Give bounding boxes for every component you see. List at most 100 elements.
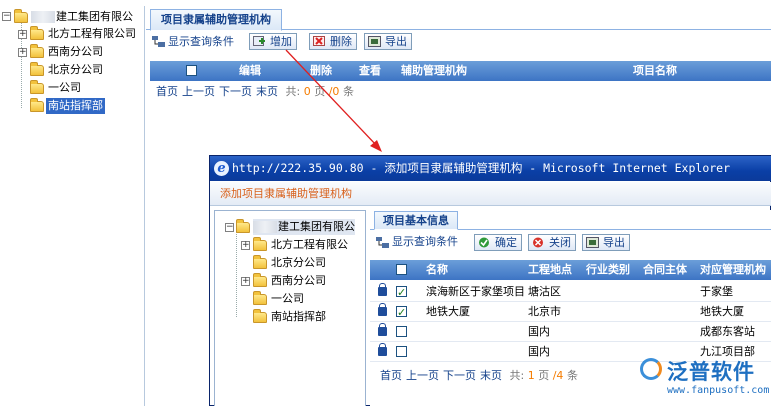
popup-tree-node-root[interactable]: − 建工集团有限公 [225, 219, 365, 235]
pager-prev[interactable]: 上一页 [406, 369, 439, 382]
main-org-tree: − 建工集团有限公 + 北方工程有限公司 + 西南分公司 北京分公司 一公司 南… [0, 6, 145, 406]
add-button[interactable]: 增加 [249, 33, 297, 50]
export-button-label: 导出 [603, 236, 625, 249]
row-checkbox[interactable] [396, 283, 407, 303]
pager-last[interactable]: 末页 [256, 85, 278, 98]
col-view[interactable]: 查看 [359, 61, 381, 81]
popup-window-title: http://222.35.90.80 - 添加项目隶属辅助管理机构 - Mic… [232, 161, 731, 175]
tree-node-label: 一公司 [48, 81, 81, 94]
popup-tree-node-beijing[interactable]: 北京分公司 [241, 255, 365, 271]
show-query-link[interactable]: 显示查询条件 [168, 34, 234, 50]
pager-total-prefix: 共: [509, 369, 525, 382]
folder-icon [30, 26, 44, 40]
main-pager: 首页 上一页 下一页 末页 共: 0 页 /0 条 [156, 85, 354, 99]
expand-icon[interactable]: + [241, 241, 250, 250]
tree-node-beifang[interactable]: + 北方工程有限公司 [18, 26, 145, 42]
pager-next[interactable]: 下一页 [219, 85, 252, 98]
table-row[interactable]: 滨海新区于家堡项目 塘沽区 于家堡 [370, 282, 771, 303]
expand-icon[interactable]: + [18, 48, 27, 57]
col-aux-org[interactable]: 辅助管理机构 [401, 61, 467, 81]
popup-page-header: 添加项目隶属辅助管理机构 [210, 182, 771, 206]
cell-name: 滨海新区于家堡项目 [426, 285, 525, 298]
col-edit[interactable]: 编辑 [239, 61, 261, 81]
cell-location: 塘沽区 [528, 285, 561, 298]
lock-icon [378, 283, 387, 296]
select-all-checkbox[interactable] [396, 264, 407, 275]
col-mgmt-org[interactable]: 对应管理机构 [700, 260, 766, 280]
tree-node-yigongsi[interactable]: 一公司 [18, 80, 145, 96]
pager-current-page: 0 [303, 85, 311, 98]
show-query-link[interactable]: 显示查询条件 [392, 234, 458, 250]
folder-open-icon [14, 9, 28, 23]
main-toolbar: 显示查询条件 增加 删除 导出 [150, 33, 770, 51]
popup-tree-node-nanzhan[interactable]: 南站指挥部 [241, 309, 365, 325]
popup-tree-node-yigongsi[interactable]: 一公司 [241, 291, 365, 307]
col-delete[interactable]: 删除 [310, 61, 332, 81]
popup-tree-node-beifang[interactable]: + 北方工程有限公 [241, 237, 365, 253]
tree-guide-line [236, 229, 237, 317]
confirm-button[interactable]: 确定 [474, 234, 522, 251]
close-icon [533, 237, 543, 248]
folder-icon [30, 44, 44, 58]
col-location[interactable]: 工程地点 [528, 260, 572, 280]
popup-org-tree: − 建工集团有限公 + 北方工程有限公 北京分公司 + 西南分公司 一公司 南站… [214, 210, 366, 406]
popup-tab-strip: 项目基本信息 [370, 210, 771, 230]
ie-logo-icon: e [214, 161, 229, 176]
redacted-block [31, 11, 55, 23]
tree-node-label: 北京分公司 [271, 256, 326, 269]
export-button[interactable]: 导出 [364, 33, 412, 50]
pager-next[interactable]: 下一页 [443, 369, 476, 382]
main-tab-strip: 项目隶属辅助管理机构 [146, 6, 771, 31]
select-all-checkbox[interactable] [186, 65, 197, 76]
tree-node-label: 西南分公司 [271, 274, 326, 287]
table-row[interactable]: 地铁大厦 北京市 地铁大厦 [370, 302, 771, 323]
close-button[interactable]: 关闭 [528, 234, 576, 251]
popup-export-button[interactable]: 导出 [582, 234, 630, 251]
pager-prev[interactable]: 上一页 [182, 85, 215, 98]
folder-icon [253, 309, 267, 323]
tree-node-label: 南站指挥部 [271, 310, 326, 323]
tree-node-nanzhan[interactable]: 南站指挥部 [18, 98, 145, 114]
tree-node-label-selected: 南站指挥部 [46, 98, 105, 114]
folder-icon [30, 80, 44, 94]
confirm-icon [479, 237, 489, 248]
row-checkbox[interactable] [396, 326, 407, 337]
col-contract[interactable]: 合同主体 [643, 260, 687, 280]
export-icon [368, 36, 381, 47]
tab-project-info[interactable]: 项目基本信息 [374, 211, 458, 230]
folder-icon [30, 62, 44, 76]
table-row[interactable]: 国内 成都东客站 [370, 322, 771, 342]
brand-logo-icon [640, 358, 662, 380]
row-checkbox[interactable] [396, 346, 407, 357]
pager-first[interactable]: 首页 [380, 369, 402, 382]
tree-node-label: 建工集团有限公 [253, 219, 355, 235]
brand-watermark: 泛普软件 www.fanpusoft.com [640, 356, 771, 406]
pager-page-unit: 页 [538, 369, 550, 382]
cell-location: 国内 [528, 345, 550, 358]
col-industry[interactable]: 行业类别 [586, 260, 630, 280]
add-icon [253, 36, 265, 46]
tree-node-root[interactable]: − 建工集团有限公 [2, 9, 145, 25]
pager-count-unit: 条 [566, 369, 578, 382]
lock-icon [378, 323, 387, 336]
tree-node-label: 一公司 [271, 292, 304, 305]
col-name[interactable]: 名称 [426, 260, 448, 280]
pager-first[interactable]: 首页 [156, 85, 178, 98]
pager-last[interactable]: 末页 [480, 369, 502, 382]
tree-node-xinan[interactable]: + 西南分公司 [18, 44, 145, 60]
collapse-icon[interactable]: − [2, 12, 11, 21]
expand-icon[interactable]: + [18, 30, 27, 39]
popup-title-bar[interactable]: e http://222.35.90.80 - 添加项目隶属辅助管理机构 - M… [210, 156, 771, 181]
tree-node-beijing[interactable]: 北京分公司 [18, 62, 145, 78]
cell-org: 地铁大厦 [700, 305, 744, 318]
row-checkbox[interactable] [396, 303, 407, 323]
collapse-icon[interactable]: − [225, 223, 234, 232]
add-button-label: 增加 [270, 35, 292, 48]
expand-icon[interactable]: + [241, 277, 250, 286]
delete-button[interactable]: 删除 [309, 33, 357, 50]
tab-project-org[interactable]: 项目隶属辅助管理机构 [150, 9, 282, 31]
popup-tree-node-xinan[interactable]: + 西南分公司 [241, 273, 365, 289]
col-project-name[interactable]: 项目名称 [633, 61, 677, 81]
main-grid-header: 编辑 删除 查看 辅助管理机构 项目名称 [150, 61, 771, 81]
folder-icon [253, 273, 267, 287]
